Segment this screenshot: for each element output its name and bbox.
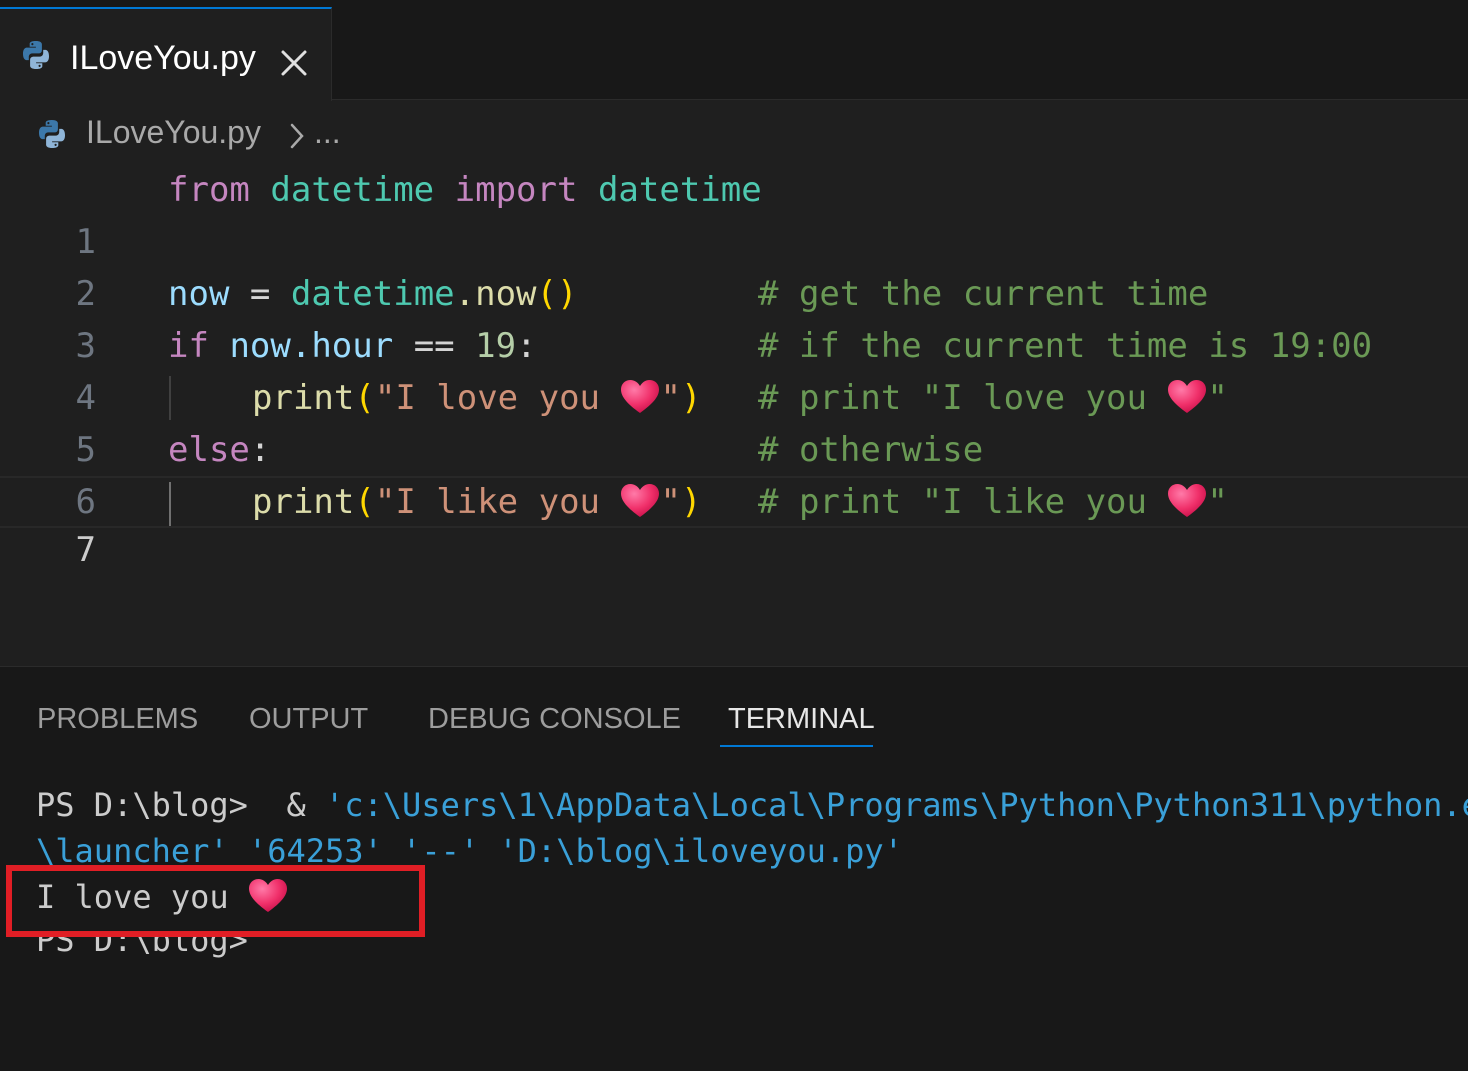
code-text: print("I like you "): [252, 482, 702, 522]
code-text: print("I love you "): [252, 378, 702, 418]
code-line[interactable]: 2: [0, 216, 1468, 314]
python-file-icon: [36, 118, 68, 150]
code-text: if now.hour == 19:: [168, 326, 537, 366]
code-line[interactable]: 1 from datetime import datetime: [0, 164, 1468, 262]
code-text: else:: [168, 430, 271, 470]
code-line[interactable]: 6 else: # otherwise: [0, 424, 1468, 522]
code-comment: # if the current time is 19:00: [758, 326, 1373, 366]
tab-problems[interactable]: PROBLEMS: [37, 703, 198, 736]
highlight-box: [6, 865, 425, 937]
code-comment: # otherwise: [758, 430, 984, 470]
code-comment: # print "I love you ": [758, 378, 1228, 418]
code-text: now = datetime.now(): [168, 274, 578, 314]
indent-guide: [169, 482, 171, 526]
code-line[interactable]: 5 print("I love you ") # print "I love y…: [0, 372, 1468, 470]
editor-tab-iloveyou[interactable]: ILoveYou.py: [0, 7, 332, 101]
code-comment: # print "I like you ": [758, 482, 1228, 522]
breadcrumb-file[interactable]: ILoveYou.py: [86, 114, 261, 151]
tab-output[interactable]: OUTPUT: [249, 703, 368, 736]
heart-icon: [620, 483, 660, 519]
terminal-line: PS D:\blog> & 'c:\Users\1\AppData\Local\…: [36, 786, 1468, 824]
code-comment: # get the current time: [758, 274, 1209, 314]
tab-terminal[interactable]: TERMINAL: [728, 703, 875, 736]
code-editor[interactable]: 1 from datetime import datetime 2 3 now …: [0, 162, 1468, 666]
heart-icon: [620, 379, 660, 415]
code-line[interactable]: 4 if now.hour == 19: # if the current ti…: [0, 320, 1468, 418]
terminal-prompt: PS D:\blog>: [36, 937, 248, 959]
code-line[interactable]: 3 now = datetime.now() # get the current…: [0, 268, 1468, 366]
tab-debug-console[interactable]: DEBUG CONSOLE: [428, 703, 681, 736]
code-line-current[interactable]: 7 print("I like you ") # print "I like y…: [0, 476, 1468, 570]
code-text: from datetime import datetime: [168, 170, 762, 210]
bottom-panel: PROBLEMS OUTPUT DEBUG CONSOLE TERMINAL P…: [0, 666, 1468, 1071]
indent-guide: [169, 376, 171, 420]
breadcrumb-more[interactable]: ...: [314, 114, 341, 151]
tab-label: ILoveYou.py: [70, 39, 256, 77]
heart-icon: [1167, 379, 1207, 415]
editor-tab-bar: ILoveYou.py: [0, 0, 1468, 101]
python-file-icon: [20, 39, 52, 71]
close-icon[interactable]: [280, 49, 308, 77]
chevron-right-icon: [290, 123, 304, 149]
line-number: 7: [75, 530, 96, 570]
heart-icon: [1167, 483, 1207, 519]
active-tab-indicator: [720, 745, 873, 747]
